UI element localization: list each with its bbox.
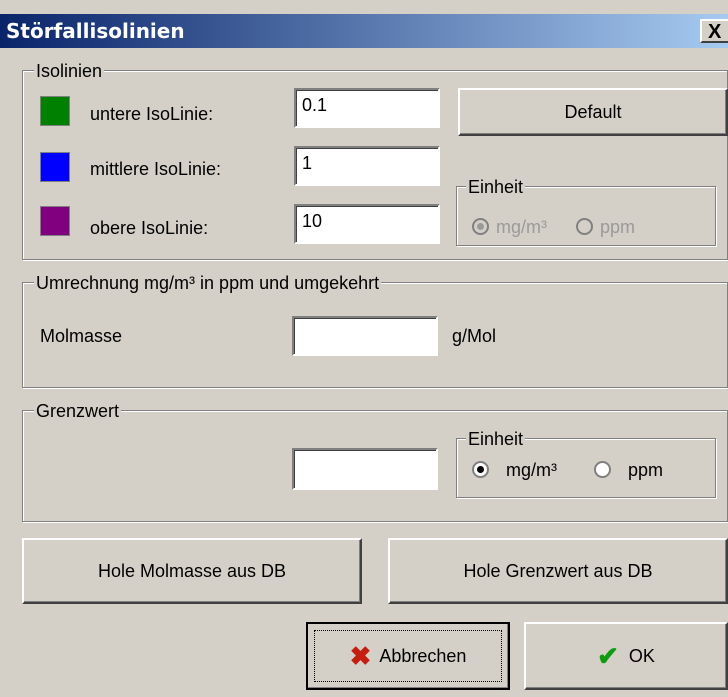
isolinien-unit-ppm-radio[interactable] — [576, 218, 593, 235]
abbrechen-button[interactable]: ✖ Abbrechen — [306, 622, 510, 690]
molmasse-label: Molmasse — [40, 326, 123, 346]
isolinien-einheit-legend: Einheit — [466, 177, 526, 197]
grenzwert-input[interactable] — [292, 448, 438, 490]
dialog-window: Störfallisolinien X Isolinien untere Iso… — [0, 0, 728, 697]
umrechnung-legend: Umrechnung mg/m³ in ppm und umgekehrt — [34, 273, 382, 293]
upper-isoline-input[interactable]: 10 — [294, 204, 440, 244]
lower-isoline-input[interactable]: 0.1 — [294, 88, 440, 128]
isolinien-unit-mgm3-label: mg/m³ — [496, 217, 547, 237]
default-button-label: Default — [564, 101, 622, 122]
grenzwert-einheit-legend: Einheit — [466, 429, 526, 449]
close-icon: X — [708, 21, 722, 43]
lower-isoline-label: untere IsoLinie: — [90, 104, 214, 124]
window-title: Störfallisolinien — [6, 19, 185, 43]
molmasse-unit-label: g/Mol — [452, 326, 497, 346]
grenzwert-unit-ppm-label: ppm — [628, 460, 664, 480]
molmasse-input[interactable] — [292, 316, 438, 356]
middle-isoline-input[interactable]: 1 — [294, 146, 440, 186]
grenzwert-unit-mgm3-radio[interactable] — [472, 461, 489, 478]
grenzwert-unit-ppm-radio[interactable] — [594, 461, 611, 478]
isolinien-legend: Isolinien — [34, 61, 105, 81]
hole-grenzwert-label: Hole Grenzwert aus DB — [463, 560, 653, 581]
hole-molmasse-label: Hole Molmasse aus DB — [97, 560, 287, 581]
middle-isoline-color-swatch[interactable] — [40, 152, 70, 182]
ok-button[interactable]: ✔ OK — [524, 622, 728, 690]
grenzwert-legend: Grenzwert — [34, 401, 122, 421]
title-bar: Störfallisolinien X — [0, 14, 728, 48]
hole-molmasse-button[interactable]: Hole Molmasse aus DB — [22, 538, 362, 604]
hole-grenzwert-button[interactable]: Hole Grenzwert aus DB — [388, 538, 728, 604]
middle-isoline-label: mittlere IsoLinie: — [90, 159, 222, 179]
close-button[interactable]: X — [700, 19, 728, 43]
upper-isoline-label: obere IsoLinie: — [90, 218, 209, 238]
grenzwert-unit-mgm3-label: mg/m³ — [506, 460, 557, 480]
checkmark-icon: ✔ — [597, 640, 619, 671]
upper-isoline-color-swatch[interactable] — [40, 206, 70, 236]
ok-label: OK — [628, 645, 655, 666]
lower-isoline-color-swatch[interactable] — [40, 96, 70, 126]
isolinien-unit-mgm3-radio[interactable] — [472, 218, 489, 235]
default-button[interactable]: Default — [458, 88, 728, 136]
isolinien-unit-ppm-label: ppm — [600, 217, 636, 237]
